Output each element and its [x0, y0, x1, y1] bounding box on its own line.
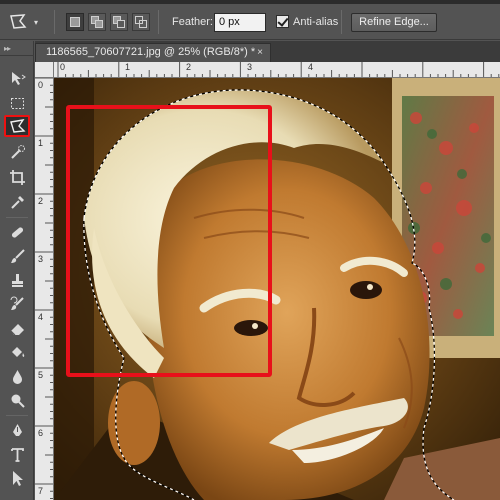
ruler-ticks: [57, 62, 500, 77]
anti-alias-checkbox[interactable]: [276, 15, 289, 28]
ruler-number: 3: [247, 62, 253, 72]
healing-brush-icon: [11, 226, 23, 238]
polygonal-lasso-icon: [10, 14, 27, 29]
ruler-origin[interactable]: [35, 62, 54, 78]
ruler-number: 6: [38, 428, 44, 438]
type-icon: [10, 447, 24, 462]
refine-edge-button[interactable]: Refine Edge...: [351, 13, 437, 32]
ruler-number: 0: [60, 62, 66, 72]
crop-icon: [9, 169, 25, 185]
eyedropper-icon: [10, 195, 24, 209]
crop-tool[interactable]: [4, 166, 30, 188]
polygonal-lasso-tool[interactable]: [4, 115, 30, 137]
tool-preset-picker[interactable]: ▾: [8, 11, 48, 33]
move-icon: [11, 71, 26, 85]
ruler-number: 7: [38, 486, 44, 496]
feather-input[interactable]: 0 px: [214, 13, 266, 32]
eraser-icon: [10, 323, 24, 335]
brush-icon: [10, 248, 25, 263]
path-selection-icon: [12, 470, 23, 486]
add-to-selection-button[interactable]: [88, 13, 106, 31]
new-selection-button[interactable]: [66, 13, 84, 31]
ruler-number: 3: [38, 254, 44, 264]
new-selection-icon: [70, 17, 80, 27]
pen-icon: [12, 423, 22, 436]
brush-tool[interactable]: [4, 245, 30, 267]
dodge-tool[interactable]: [4, 389, 30, 411]
history-brush-tool[interactable]: [4, 293, 30, 315]
anti-alias-label: Anti-alias: [293, 16, 339, 28]
divider: [54, 10, 55, 34]
ruler-number: 2: [38, 196, 44, 206]
ruler-number: 1: [38, 138, 44, 148]
subtract-from-selection-button[interactable]: [110, 13, 128, 31]
options-bar: ▾ Feather: 0 px Anti-alias Refine Edge..…: [0, 4, 500, 40]
blur-tool[interactable]: [4, 365, 30, 387]
intersect-selection-button[interactable]: [132, 13, 150, 31]
document-tab[interactable]: 1186565_70607721.jpg @ 25% (RGB/8*) * ×: [35, 43, 271, 62]
dodge-icon: [11, 394, 25, 408]
divider: [341, 10, 342, 34]
quick-selection-icon: [10, 144, 25, 159]
clone-stamp-tool[interactable]: [4, 269, 30, 291]
eyedropper-tool[interactable]: [4, 191, 30, 213]
clone-stamp-icon: [11, 273, 23, 287]
polygonal-lasso-icon: [9, 118, 26, 133]
quick-selection-tool[interactable]: [4, 141, 30, 163]
history-brush-icon: [10, 296, 24, 310]
panel-collapse-icon[interactable]: ▸▸: [4, 44, 11, 53]
document-tab-bar: 1186565_70607721.jpg @ 25% (RGB/8*) * ×: [35, 41, 500, 62]
vertical-ruler[interactable]: 0 1 2 3 4 5 6 7: [35, 78, 54, 500]
ruler-number: 1: [125, 62, 131, 72]
paint-bucket-icon: [11, 346, 24, 357]
feather-label: Feather:: [172, 16, 213, 28]
document-tab-title: 1186565_70607721.jpg @ 25% (RGB/8*) *: [46, 46, 256, 58]
eraser-tool[interactable]: [4, 317, 30, 339]
marquee-icon: [10, 97, 24, 109]
blur-icon: [12, 369, 22, 384]
ruler-number: 2: [186, 62, 192, 72]
ruler-number: 0: [38, 80, 44, 90]
pen-tool[interactable]: [4, 419, 30, 441]
paint-bucket-tool[interactable]: [4, 341, 30, 363]
tools-panel: ▸▸: [0, 41, 34, 500]
chevron-down-icon: ▾: [34, 17, 39, 27]
ruler-number: 4: [308, 62, 314, 72]
path-selection-tool[interactable]: [4, 467, 30, 489]
type-tool[interactable]: [4, 443, 30, 465]
horizontal-ruler[interactable]: 0 1 2 3 4: [54, 62, 500, 78]
ruler-number: 4: [38, 312, 44, 322]
divider: [158, 10, 159, 34]
ruler-number: 5: [38, 370, 44, 380]
healing-brush-tool[interactable]: [4, 221, 30, 243]
move-tool[interactable]: [4, 67, 30, 89]
photoshop-window: ▾ Feather: 0 px Anti-alias Refine Edge..…: [0, 0, 500, 500]
highlight-annotation-box: [66, 105, 272, 377]
close-icon[interactable]: ×: [257, 44, 263, 61]
marquee-tool[interactable]: [4, 92, 30, 114]
